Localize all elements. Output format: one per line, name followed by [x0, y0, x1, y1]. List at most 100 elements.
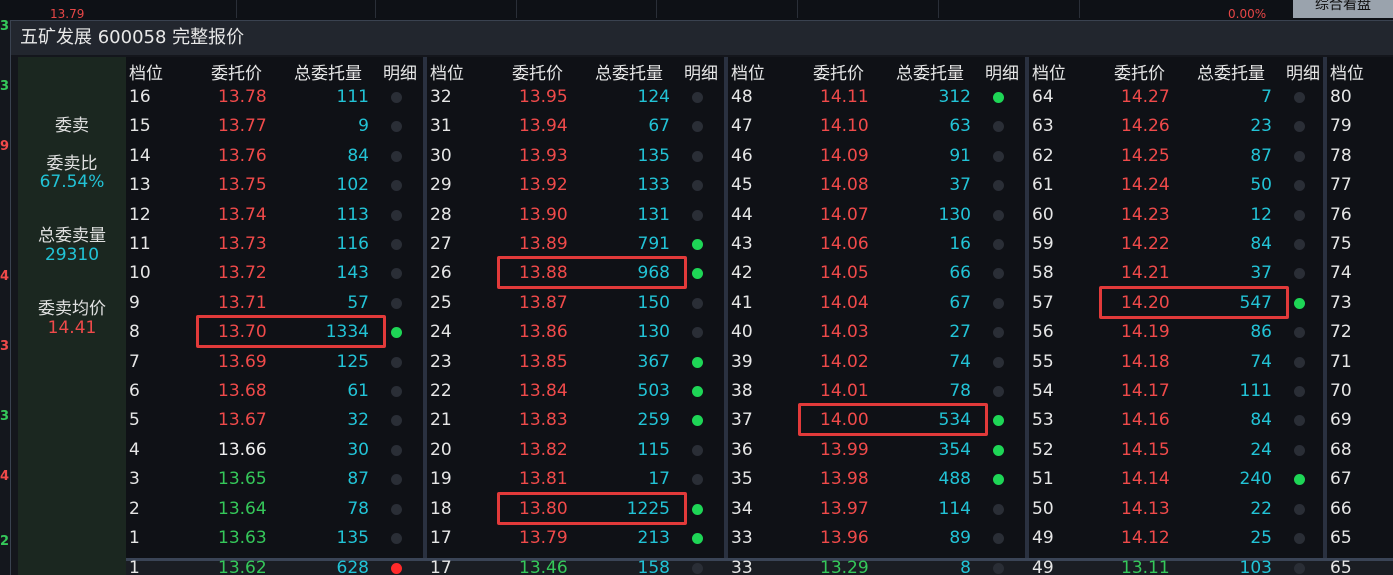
- sell-label: 委卖: [55, 116, 89, 136]
- detail-indicator-icon[interactable]: [692, 503, 703, 515]
- level-cell: 7: [129, 351, 140, 372]
- detail-indicator-icon[interactable]: [692, 150, 703, 162]
- highlight-box: [497, 491, 687, 525]
- detail-indicator-icon[interactable]: [391, 239, 402, 250]
- level-cell: 11: [129, 234, 151, 254]
- level-cell: 68: [1330, 439, 1352, 460]
- level-cell: 2: [129, 498, 140, 519]
- quantity-cell: 113: [336, 204, 369, 225]
- detail-indicator-icon[interactable]: [1294, 386, 1305, 397]
- buy-quantity-cell: 103: [1239, 558, 1272, 575]
- quantity-cell: 130: [637, 322, 670, 343]
- level-cell: 46: [731, 145, 753, 166]
- background-divider: [656, 0, 657, 18]
- detail-indicator-icon[interactable]: [391, 533, 402, 544]
- detail-indicator-icon[interactable]: [692, 533, 703, 544]
- buy-price-cell: 13.46: [519, 558, 568, 575]
- level-cell: 21: [430, 410, 452, 431]
- left-edge-digit: 4: [0, 469, 10, 484]
- quantity-cell: 12: [1250, 204, 1272, 225]
- detail-indicator-icon[interactable]: [1294, 503, 1305, 515]
- quantity-cell: 259: [637, 410, 670, 431]
- detail-indicator-icon[interactable]: [391, 297, 402, 309]
- price-cell: 13.98: [820, 469, 869, 490]
- detail-indicator-icon[interactable]: [692, 297, 703, 309]
- detail-indicator-icon[interactable]: [692, 386, 703, 397]
- quantity-cell: 7: [1261, 87, 1272, 107]
- detail-indicator-icon[interactable]: [692, 92, 703, 103]
- quantity-cell: 111: [336, 87, 369, 107]
- detail-indicator-icon[interactable]: [993, 209, 1004, 221]
- column-header: 档位: [1032, 64, 1066, 84]
- detail-indicator-icon[interactable]: [391, 386, 402, 397]
- price-cell: 14.24: [1121, 175, 1170, 196]
- quantity-cell: 87: [1250, 145, 1272, 166]
- detail-indicator-icon[interactable]: [391, 444, 402, 456]
- detail-indicator-icon[interactable]: [993, 503, 1004, 515]
- background-divider: [797, 0, 798, 18]
- detail-indicator-icon[interactable]: [993, 150, 1004, 162]
- quantity-cell: 135: [336, 528, 369, 548]
- detail-indicator-icon[interactable]: [391, 503, 402, 515]
- quantity-cell: 22: [1250, 498, 1272, 519]
- background-divider: [1079, 0, 1080, 18]
- level-cell: 80: [1330, 87, 1352, 107]
- quantity-cell: 74: [1250, 351, 1272, 372]
- level-cell: 41: [731, 292, 753, 313]
- detail-indicator-icon[interactable]: [1294, 297, 1305, 309]
- detail-indicator-icon[interactable]: [993, 297, 1004, 309]
- price-cell: 14.25: [1121, 145, 1170, 166]
- column-separator: [724, 57, 728, 575]
- price-cell: 14.10: [820, 116, 869, 137]
- detail-indicator-icon[interactable]: [993, 444, 1004, 456]
- detail-indicator-icon[interactable]: [692, 239, 703, 250]
- quantity-cell: 791: [637, 234, 670, 254]
- detail-indicator-icon[interactable]: [391, 150, 402, 162]
- detail-indicator-icon[interactable]: [1294, 444, 1305, 456]
- detail-indicator-icon[interactable]: [993, 92, 1004, 103]
- level-cell: 1: [129, 528, 140, 548]
- detail-indicator-icon[interactable]: [391, 356, 402, 368]
- quantity-cell: 367: [637, 351, 670, 372]
- level-cell: 55: [1032, 351, 1054, 372]
- level-cell: 30: [430, 145, 452, 166]
- quantity-cell: 133: [637, 175, 670, 196]
- detail-indicator-icon[interactable]: [993, 356, 1004, 368]
- level-cell: 53: [1032, 410, 1054, 431]
- level-cell: 4: [129, 439, 140, 460]
- level-cell: 22: [430, 381, 452, 401]
- quantity-cell: 61: [347, 381, 369, 401]
- detail-indicator-icon[interactable]: [391, 209, 402, 221]
- quantity-cell: 354: [938, 439, 971, 460]
- detail-indicator-icon[interactable]: [1294, 356, 1305, 368]
- detail-indicator-icon[interactable]: [993, 239, 1004, 250]
- avg-sell-price-value: 14.41: [47, 318, 97, 338]
- quantity-cell: 9: [358, 116, 369, 137]
- quantity-cell: 78: [949, 381, 971, 401]
- detail-indicator-icon[interactable]: [692, 209, 703, 221]
- detail-indicator-icon[interactable]: [1294, 92, 1305, 103]
- window-title[interactable]: 五矿发展 600058 完整报价: [11, 21, 1393, 55]
- price-cell: 13.67: [218, 410, 267, 431]
- price-cell: 14.01: [820, 381, 869, 401]
- level-cell: 62: [1032, 145, 1054, 166]
- level-cell: 75: [1330, 234, 1352, 254]
- detail-indicator-icon[interactable]: [1294, 209, 1305, 221]
- detail-indicator-icon[interactable]: [1294, 533, 1305, 544]
- price-cell: 13.79: [519, 528, 568, 548]
- detail-indicator-icon[interactable]: [391, 92, 402, 103]
- detail-indicator-icon[interactable]: [692, 356, 703, 368]
- full-quote-window: 五矿发展 600058 完整报价 委卖 委卖比 67.54% 总委卖量 2931…: [10, 20, 1393, 575]
- left-edge-digit: 9: [0, 139, 10, 154]
- level-cell: 44: [731, 204, 753, 225]
- detail-indicator-icon[interactable]: [1294, 150, 1305, 162]
- level-cell: 3: [129, 469, 140, 490]
- level-cell: 33: [731, 528, 753, 548]
- price-cell: 13.87: [519, 292, 568, 313]
- level-cell: 58: [1032, 263, 1054, 284]
- comprehensive-view-button[interactable]: 综合看盘: [1293, 0, 1393, 18]
- detail-indicator-icon[interactable]: [993, 386, 1004, 397]
- detail-indicator-icon[interactable]: [692, 444, 703, 456]
- detail-indicator-icon[interactable]: [1294, 239, 1305, 250]
- detail-indicator-icon[interactable]: [993, 533, 1004, 544]
